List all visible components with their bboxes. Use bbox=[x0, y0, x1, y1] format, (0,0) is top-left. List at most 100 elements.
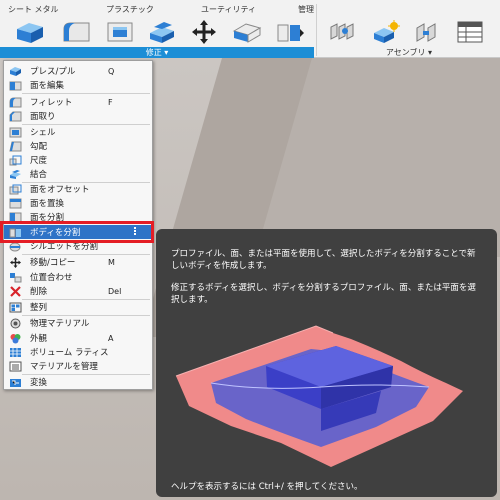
menu-item-label: ボリューム ラティス bbox=[30, 348, 109, 358]
as-built-joint-icon bbox=[416, 23, 436, 42]
scale-icon bbox=[8, 154, 22, 166]
menu-item-label: 整列 bbox=[30, 303, 48, 313]
bom-button[interactable] bbox=[452, 18, 488, 46]
bill-of-materials-icon bbox=[457, 21, 483, 43]
appearance-icon bbox=[8, 332, 22, 344]
replace-face-icon bbox=[8, 197, 22, 209]
selection-highlight-frame bbox=[0, 221, 154, 243]
menu-item-chamfer[interactable]: 面取り bbox=[4, 109, 152, 123]
arrange-icon bbox=[8, 301, 22, 313]
press-pull-icon bbox=[17, 23, 43, 43]
fillet-button[interactable] bbox=[59, 18, 95, 46]
combine-icon bbox=[8, 168, 22, 180]
convert-icon bbox=[8, 376, 22, 388]
menu-item-replace-face[interactable]: 面を置換 bbox=[4, 196, 152, 210]
volumetric-lattice-icon bbox=[8, 346, 22, 358]
split-body-button[interactable] bbox=[272, 18, 308, 46]
split-face-icon bbox=[232, 23, 262, 43]
menu-item-arrange[interactable]: 整列 bbox=[4, 300, 152, 314]
menu-item-draft[interactable]: 勾配 bbox=[4, 139, 152, 153]
move-button[interactable] bbox=[186, 18, 222, 46]
menu-item-label: プレス/プル bbox=[30, 67, 76, 77]
menu-item-label: フィレット bbox=[30, 98, 73, 108]
menu-shortcut: M bbox=[108, 257, 115, 267]
move-icon bbox=[192, 20, 216, 44]
menu-item-volumetric-lattice[interactable]: ボリューム ラティス bbox=[4, 345, 152, 359]
menu-item-appearance[interactable]: 外観 A bbox=[4, 331, 152, 345]
press-pull-button[interactable] bbox=[12, 18, 48, 46]
as-built-joint-button[interactable] bbox=[410, 18, 446, 46]
tab-utilities[interactable]: ユーティリティ bbox=[201, 4, 256, 15]
menu-item-press-pull[interactable]: プレス/プル Q bbox=[4, 64, 152, 78]
menu-item-label: 尺度 bbox=[30, 156, 48, 166]
combine-button[interactable] bbox=[144, 18, 180, 46]
split-face-button[interactable] bbox=[229, 18, 265, 46]
menu-item-label: 結合 bbox=[30, 170, 48, 180]
menu-item-label: 面をオフセット bbox=[30, 185, 90, 195]
menu-item-label: 外観 bbox=[30, 334, 48, 344]
modify-group-dropdown[interactable]: 修正 ▾ bbox=[0, 47, 314, 58]
fillet-icon bbox=[8, 96, 22, 108]
combine-icon bbox=[150, 22, 174, 43]
menu-item-align[interactable]: 位置合わせ bbox=[4, 270, 152, 284]
chamfer-icon bbox=[8, 110, 22, 122]
draft-icon bbox=[8, 140, 22, 152]
menu-item-label: 面を置換 bbox=[30, 199, 65, 209]
menu-shortcut: A bbox=[108, 333, 114, 343]
press-pull-icon bbox=[8, 65, 22, 77]
menu-item-move-copy[interactable]: 移動/コピー M bbox=[4, 255, 152, 269]
offset-face-icon bbox=[8, 183, 22, 195]
menu-item-delete[interactable]: 削除 Del bbox=[4, 284, 152, 298]
tab-sheet-metal[interactable]: シート メタル bbox=[8, 4, 59, 15]
menu-item-label: 削除 bbox=[30, 287, 48, 297]
menu-item-label: マテリアルを管理 bbox=[30, 362, 98, 372]
fillet-icon bbox=[63, 22, 90, 42]
tab-plastic[interactable]: プラスチック bbox=[106, 4, 154, 15]
new-component-icon bbox=[374, 20, 400, 43]
new-component-button[interactable] bbox=[368, 18, 404, 46]
tooltip-help-hint: ヘルプを表示するには Ctrl+/ を押してください。 bbox=[171, 482, 363, 492]
shell-icon bbox=[107, 22, 133, 42]
menu-item-label: 物理マテリアル bbox=[30, 319, 90, 329]
shell-icon bbox=[8, 126, 22, 138]
tab-manage[interactable]: 管理 bbox=[298, 4, 314, 15]
menu-item-manage-materials[interactable]: マテリアルを管理 bbox=[4, 359, 152, 373]
physical-material-icon bbox=[8, 317, 22, 329]
menu-item-label: 移動/コピー bbox=[30, 258, 76, 268]
tooltip-instructions: 修正するボディを選択し、ボディを分割するプロファイル、面、または平面を選択します… bbox=[171, 283, 476, 305]
menu-item-scale[interactable]: 尺度 bbox=[4, 153, 152, 167]
menu-shortcut: Q bbox=[108, 66, 115, 76]
menu-item-label: シェル bbox=[30, 128, 56, 138]
split-body-icon bbox=[277, 24, 304, 42]
toolbar-ribbon: シート メタル プラスチック ユーティリティ 管理 修正 ▾ アセンブリ ▾ bbox=[0, 0, 500, 58]
move-icon bbox=[8, 256, 22, 268]
split-body-tooltip: プロファイル、面、または平面を使用して、選択したボディを分割することで新しいボデ… bbox=[156, 229, 497, 497]
menu-shortcut: Del bbox=[108, 286, 122, 296]
tooltip-description: プロファイル、面、または平面を使用して、選択したボディを分割することで新しいボデ… bbox=[171, 249, 476, 271]
menu-item-shell[interactable]: シェル bbox=[4, 125, 152, 139]
assembly-group-dropdown[interactable]: アセンブリ ▾ bbox=[318, 47, 500, 58]
shell-button[interactable] bbox=[102, 18, 138, 46]
menu-shortcut: F bbox=[108, 97, 113, 107]
menu-item-label: 変換 bbox=[30, 378, 48, 388]
menu-item-combine[interactable]: 結合 bbox=[4, 167, 152, 181]
joint-icon bbox=[330, 23, 354, 40]
manage-materials-icon bbox=[8, 360, 22, 372]
menu-divider bbox=[22, 93, 150, 94]
delete-icon bbox=[8, 285, 22, 297]
ribbon-tabs: シート メタル プラスチック ユーティリティ 管理 bbox=[0, 4, 330, 16]
edit-face-icon bbox=[8, 79, 22, 91]
menu-item-label: 面取り bbox=[30, 112, 56, 122]
menu-item-convert[interactable]: 変換 bbox=[4, 375, 152, 389]
menu-item-edit-face[interactable]: 面を編集 bbox=[4, 78, 152, 92]
menu-item-offset-face[interactable]: 面をオフセット bbox=[4, 182, 152, 196]
menu-item-fillet[interactable]: フィレット F bbox=[4, 95, 152, 109]
menu-item-label: 位置合わせ bbox=[30, 273, 73, 283]
ribbon-separator bbox=[316, 4, 317, 56]
joint-button[interactable] bbox=[326, 18, 362, 46]
align-icon bbox=[8, 271, 22, 283]
menu-item-label: 面を編集 bbox=[30, 81, 65, 91]
menu-item-label: 勾配 bbox=[30, 142, 48, 152]
menu-item-physical-material[interactable]: 物理マテリアル bbox=[4, 316, 152, 330]
split-body-illustration bbox=[175, 325, 463, 467]
